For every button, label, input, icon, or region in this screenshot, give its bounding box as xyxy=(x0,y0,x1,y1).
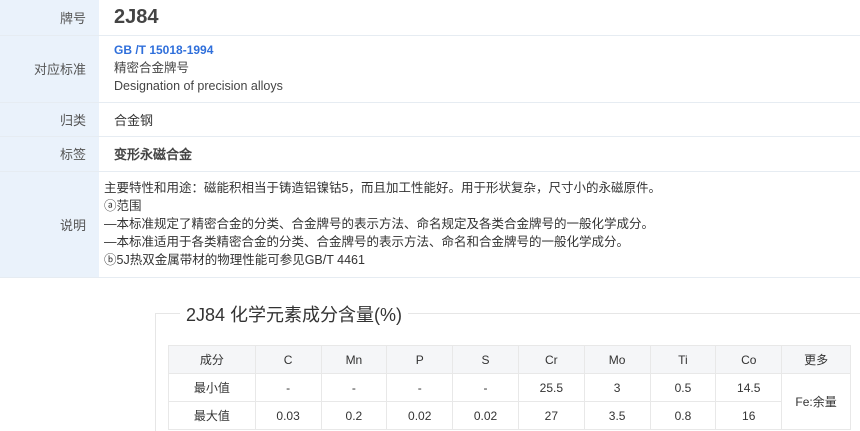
cell-max-s: 0.02 xyxy=(452,401,519,430)
cell-max-mn: 0.2 xyxy=(320,401,388,430)
cell-min-mn: - xyxy=(320,373,388,402)
cell-min-cr: 25.5 xyxy=(517,373,585,402)
tag-row: 标签 变形永磁合金 xyxy=(0,136,860,172)
cell-min-c: - xyxy=(254,373,322,402)
cell-min-co: 14.5 xyxy=(715,373,783,402)
cell-min-ti: 0.5 xyxy=(649,373,717,402)
standard-label: 对应标准 xyxy=(0,35,99,103)
header-component: 成分 xyxy=(168,345,256,374)
info-table: 牌号 2J84 对应标准 GB /T 15018-1994 精密合金牌号 Des… xyxy=(0,0,860,278)
grade-value: 2J84 xyxy=(114,5,159,28)
description-line: 主要特性和用途：磁能积相当于铸造铝镍钴5，而且加工性能好。用于形状复杂，尺寸小的… xyxy=(104,181,661,195)
description-line: —本标准适用于各类精密合金的分类、合金牌号的表示方法、命名和合金牌号的一般化学成… xyxy=(104,235,630,249)
header-co: Co xyxy=(715,345,783,374)
chemistry-header-row: 成分 C Mn P S Cr Mo Ti Co 更多 xyxy=(168,345,851,374)
row-label-max: 最大值 xyxy=(168,401,256,430)
header-ti: Ti xyxy=(649,345,717,374)
cell-max-ti: 0.8 xyxy=(649,401,717,430)
category-row: 归类 合金钢 xyxy=(0,102,860,137)
header-mo: Mo xyxy=(583,345,651,374)
cell-max-c: 0.03 xyxy=(254,401,322,430)
description-line: ⓐ范围 xyxy=(104,199,142,213)
header-more: 更多 xyxy=(781,345,851,374)
cell-max-mo: 3.5 xyxy=(583,401,651,430)
standard-row: 对应标准 GB /T 15018-1994 精密合金牌号 Designation… xyxy=(0,35,860,103)
grade-row: 牌号 2J84 xyxy=(0,0,860,36)
standard-name-en: Designation of precision alloys xyxy=(114,78,283,93)
cell-max-co: 16 xyxy=(715,401,783,430)
cell-min-p: - xyxy=(386,373,454,402)
chemistry-title: 2J84 化学元素成分含量(%) xyxy=(180,301,409,327)
description-row: 说明 主要特性和用途：磁能积相当于铸造铝镍钴5，而且加工性能好。用于形状复杂，尺… xyxy=(0,171,860,278)
category-label: 归类 xyxy=(0,102,99,137)
chemistry-table: 成分 C Mn P S Cr Mo Ti Co 更多 最小值 - - - - 2… xyxy=(168,345,851,430)
header-p: P xyxy=(386,345,454,374)
cell-min-mo: 3 xyxy=(583,373,651,402)
cell-max-p: 0.02 xyxy=(386,401,454,430)
description-line: ⓑ5J热双金属带材的物理性能可参见GB/T 4461 xyxy=(104,253,365,267)
category-value: 合金钢 xyxy=(99,102,860,137)
header-cr: Cr xyxy=(517,345,585,374)
description-label: 说明 xyxy=(0,171,99,278)
cell-max-cr: 27 xyxy=(517,401,585,430)
header-mn: Mn xyxy=(320,345,388,374)
standard-code-link[interactable]: GB /T 15018-1994 xyxy=(114,43,860,57)
standard-name-cn: 精密合金牌号 xyxy=(114,60,190,75)
tag-label: 标签 xyxy=(0,136,99,172)
tag-value[interactable]: 变形永磁合金 xyxy=(114,147,192,162)
cell-min-s: - xyxy=(452,373,519,402)
header-s: S xyxy=(452,345,519,374)
header-c: C xyxy=(254,345,322,374)
cell-more-balance: Fe:余量 xyxy=(781,373,851,430)
table-row-min: 最小值 - - - - 25.5 3 0.5 14.5 Fe:余量 xyxy=(168,373,851,430)
row-label-min: 最小值 xyxy=(168,373,256,402)
description-line: —本标准规定了精密合金的分类、合金牌号的表示方法、命名规定及各类合金牌号的一般化… xyxy=(104,217,655,231)
table-row-max: 最大值 0.03 0.2 0.02 0.02 27 3.5 0.8 16 xyxy=(168,401,851,430)
grade-label: 牌号 xyxy=(0,0,99,36)
